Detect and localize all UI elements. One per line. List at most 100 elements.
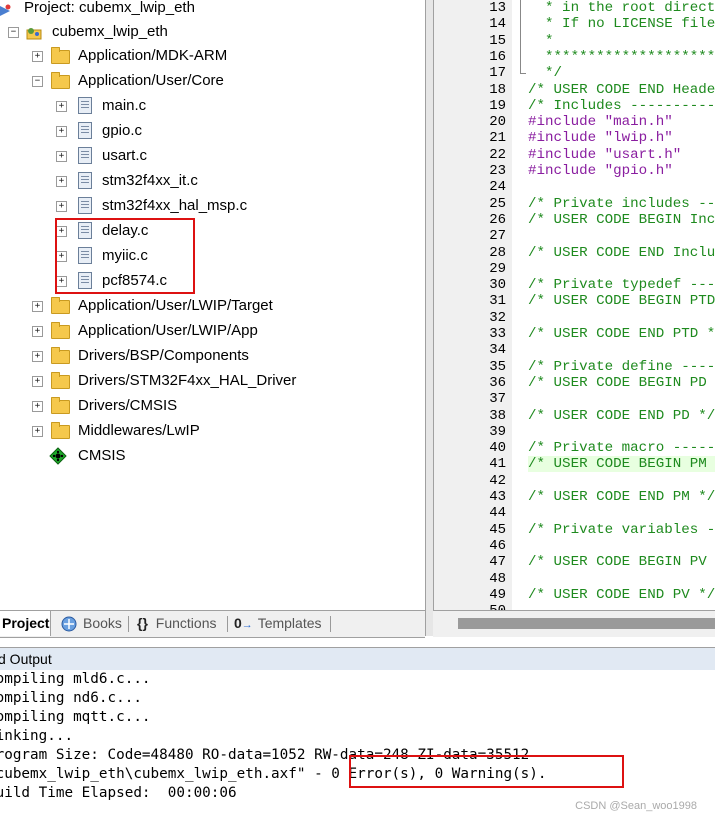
- tree-item-label: Drivers/CMSIS: [78, 397, 178, 414]
- expand-icon[interactable]: +: [56, 101, 67, 112]
- code-line: /* Private variables --: [528, 521, 715, 538]
- tree-item-label: Application/User/LWIP/Target: [78, 297, 273, 314]
- tree-item-label: Middlewares/LwIP: [78, 422, 200, 439]
- code-line: * in the root directo: [528, 0, 715, 16]
- code-line: /* Private typedef ----: [528, 277, 715, 294]
- expand-icon[interactable]: +: [56, 151, 67, 162]
- target-label: cubemx_lwip_eth: [52, 23, 168, 40]
- watermark: CSDN @Sean_woo1998: [575, 800, 697, 812]
- line-number: 30: [489, 277, 506, 294]
- tab-separator: [227, 616, 228, 632]
- collapse-icon[interactable]: −: [8, 27, 19, 38]
- line-number: 33: [489, 326, 506, 342]
- line-number: 36: [489, 374, 506, 391]
- tree-item-label: CMSIS: [78, 447, 126, 464]
- tree-item-label: Drivers/BSP/Components: [78, 347, 249, 364]
- expand-icon[interactable]: +: [32, 301, 43, 312]
- folder-icon: [51, 297, 70, 314]
- scrollbar-thumb[interactable]: [458, 618, 715, 629]
- expand-icon[interactable]: +: [56, 176, 67, 187]
- expand-icon[interactable]: +: [32, 426, 43, 437]
- tree-item-label: usart.c: [102, 147, 148, 164]
- line-number: 27: [489, 228, 506, 245]
- tab-project-label: Project: [2, 615, 50, 631]
- code-line: /* USER CODE END Includ: [528, 244, 715, 261]
- expand-icon[interactable]: +: [32, 351, 43, 362]
- line-number: 46: [489, 537, 506, 554]
- tree-item-label: main.c: [102, 97, 147, 114]
- collapse-icon[interactable]: −: [32, 76, 43, 87]
- tab-functions-label: Functions: [155, 615, 217, 631]
- c-file-icon: [78, 147, 92, 164]
- line-number: 43: [489, 489, 506, 505]
- line-number: 17: [489, 65, 506, 82]
- code-line: #include "main.h": [528, 114, 673, 131]
- expand-icon[interactable]: +: [32, 401, 43, 412]
- folder-icon: [51, 47, 70, 64]
- tree-item-label: Drivers/STM32F4xx_HAL_Driver: [78, 372, 297, 389]
- horizontal-scrollbar[interactable]: [433, 610, 715, 637]
- output-line: compiling mqtt.c...: [0, 709, 151, 725]
- expand-icon[interactable]: +: [56, 126, 67, 137]
- expand-icon[interactable]: +: [32, 51, 43, 62]
- tab-separator: [128, 616, 129, 632]
- expand-icon[interactable]: +: [32, 376, 43, 387]
- line-number: 22: [489, 146, 506, 163]
- line-number: 45: [489, 521, 506, 538]
- tree-item-label: Application/User/Core: [78, 72, 224, 89]
- code-line: #include "lwip.h": [528, 130, 673, 147]
- line-number: 47: [489, 554, 506, 571]
- line-number: 24: [489, 179, 506, 196]
- build-output-header: d Output: [0, 647, 715, 671]
- code-line: /* Private define -----: [528, 358, 715, 375]
- output-line: linking...: [0, 728, 74, 744]
- code-line: /* USER CODE BEGIN PTD: [528, 293, 715, 310]
- code-line: /* Private includes ---: [528, 195, 715, 212]
- expand-icon[interactable]: +: [32, 326, 43, 337]
- code-editor[interactable]: 13 14 15 16 17 18 19 20 21 22 23 24 25 26 27 28 29 30 31 32…: [433, 0, 715, 610]
- c-file-icon: [78, 97, 92, 114]
- tree-item-label: stm32f4xx_it.c: [102, 172, 198, 189]
- project-icon: [0, 1, 11, 16]
- code-line: /* USER CODE END Header: [528, 81, 715, 98]
- tree-item-label: stm32f4xx_hal_msp.c: [102, 197, 248, 214]
- line-number: 49: [489, 586, 506, 603]
- line-number: 29: [489, 260, 506, 277]
- code-line: #include "gpio.h": [528, 163, 673, 179]
- line-number: 41: [489, 456, 506, 473]
- templates-icon: 0→: [234, 615, 253, 631]
- line-number: 16: [489, 48, 506, 65]
- build-output-panel[interactable]: compiling mld6.c... compiling nd6.c... c…: [0, 670, 715, 820]
- tab-project[interactable]: Project: [0, 611, 51, 636]
- tree-item-label: Application/User/LWIP/App: [78, 322, 258, 339]
- folder-icon: [51, 72, 70, 89]
- line-number: 40: [489, 440, 506, 457]
- tab-templates[interactable]: 0→ Templates: [234, 611, 322, 636]
- line-number: 37: [489, 391, 506, 408]
- code-line: /* USER CODE BEGIN PV *: [528, 554, 715, 571]
- line-number: 50: [489, 603, 506, 610]
- line-number: 13: [489, 0, 506, 16]
- folder-icon: [51, 422, 70, 439]
- tab-functions[interactable]: {} Functions: [137, 611, 217, 636]
- code-line: */: [528, 65, 563, 82]
- tab-books[interactable]: Books: [60, 611, 122, 636]
- expand-icon[interactable]: +: [56, 201, 67, 212]
- books-icon: [60, 615, 80, 641]
- line-number: 26: [489, 211, 506, 228]
- tab-separator: [330, 616, 331, 632]
- line-number: 35: [489, 358, 506, 375]
- code-line: /* USER CODE BEGIN Incl: [528, 211, 715, 228]
- line-number: 39: [489, 423, 506, 440]
- fold-line: [520, 0, 521, 74]
- line-number: 15: [489, 32, 506, 49]
- folder-icon: [51, 322, 70, 339]
- c-file-icon: [78, 122, 92, 139]
- line-number: 14: [489, 16, 506, 33]
- code-line: ****************************: [545, 48, 715, 65]
- tab-templates-label: Templates: [257, 615, 322, 631]
- tab-books-label: Books: [83, 615, 122, 631]
- project-tabs: Project Books {} Functions 0→ Templates: [0, 610, 425, 638]
- functions-icon: {}: [137, 615, 148, 631]
- code-line: /* Includes -----------: [528, 97, 715, 114]
